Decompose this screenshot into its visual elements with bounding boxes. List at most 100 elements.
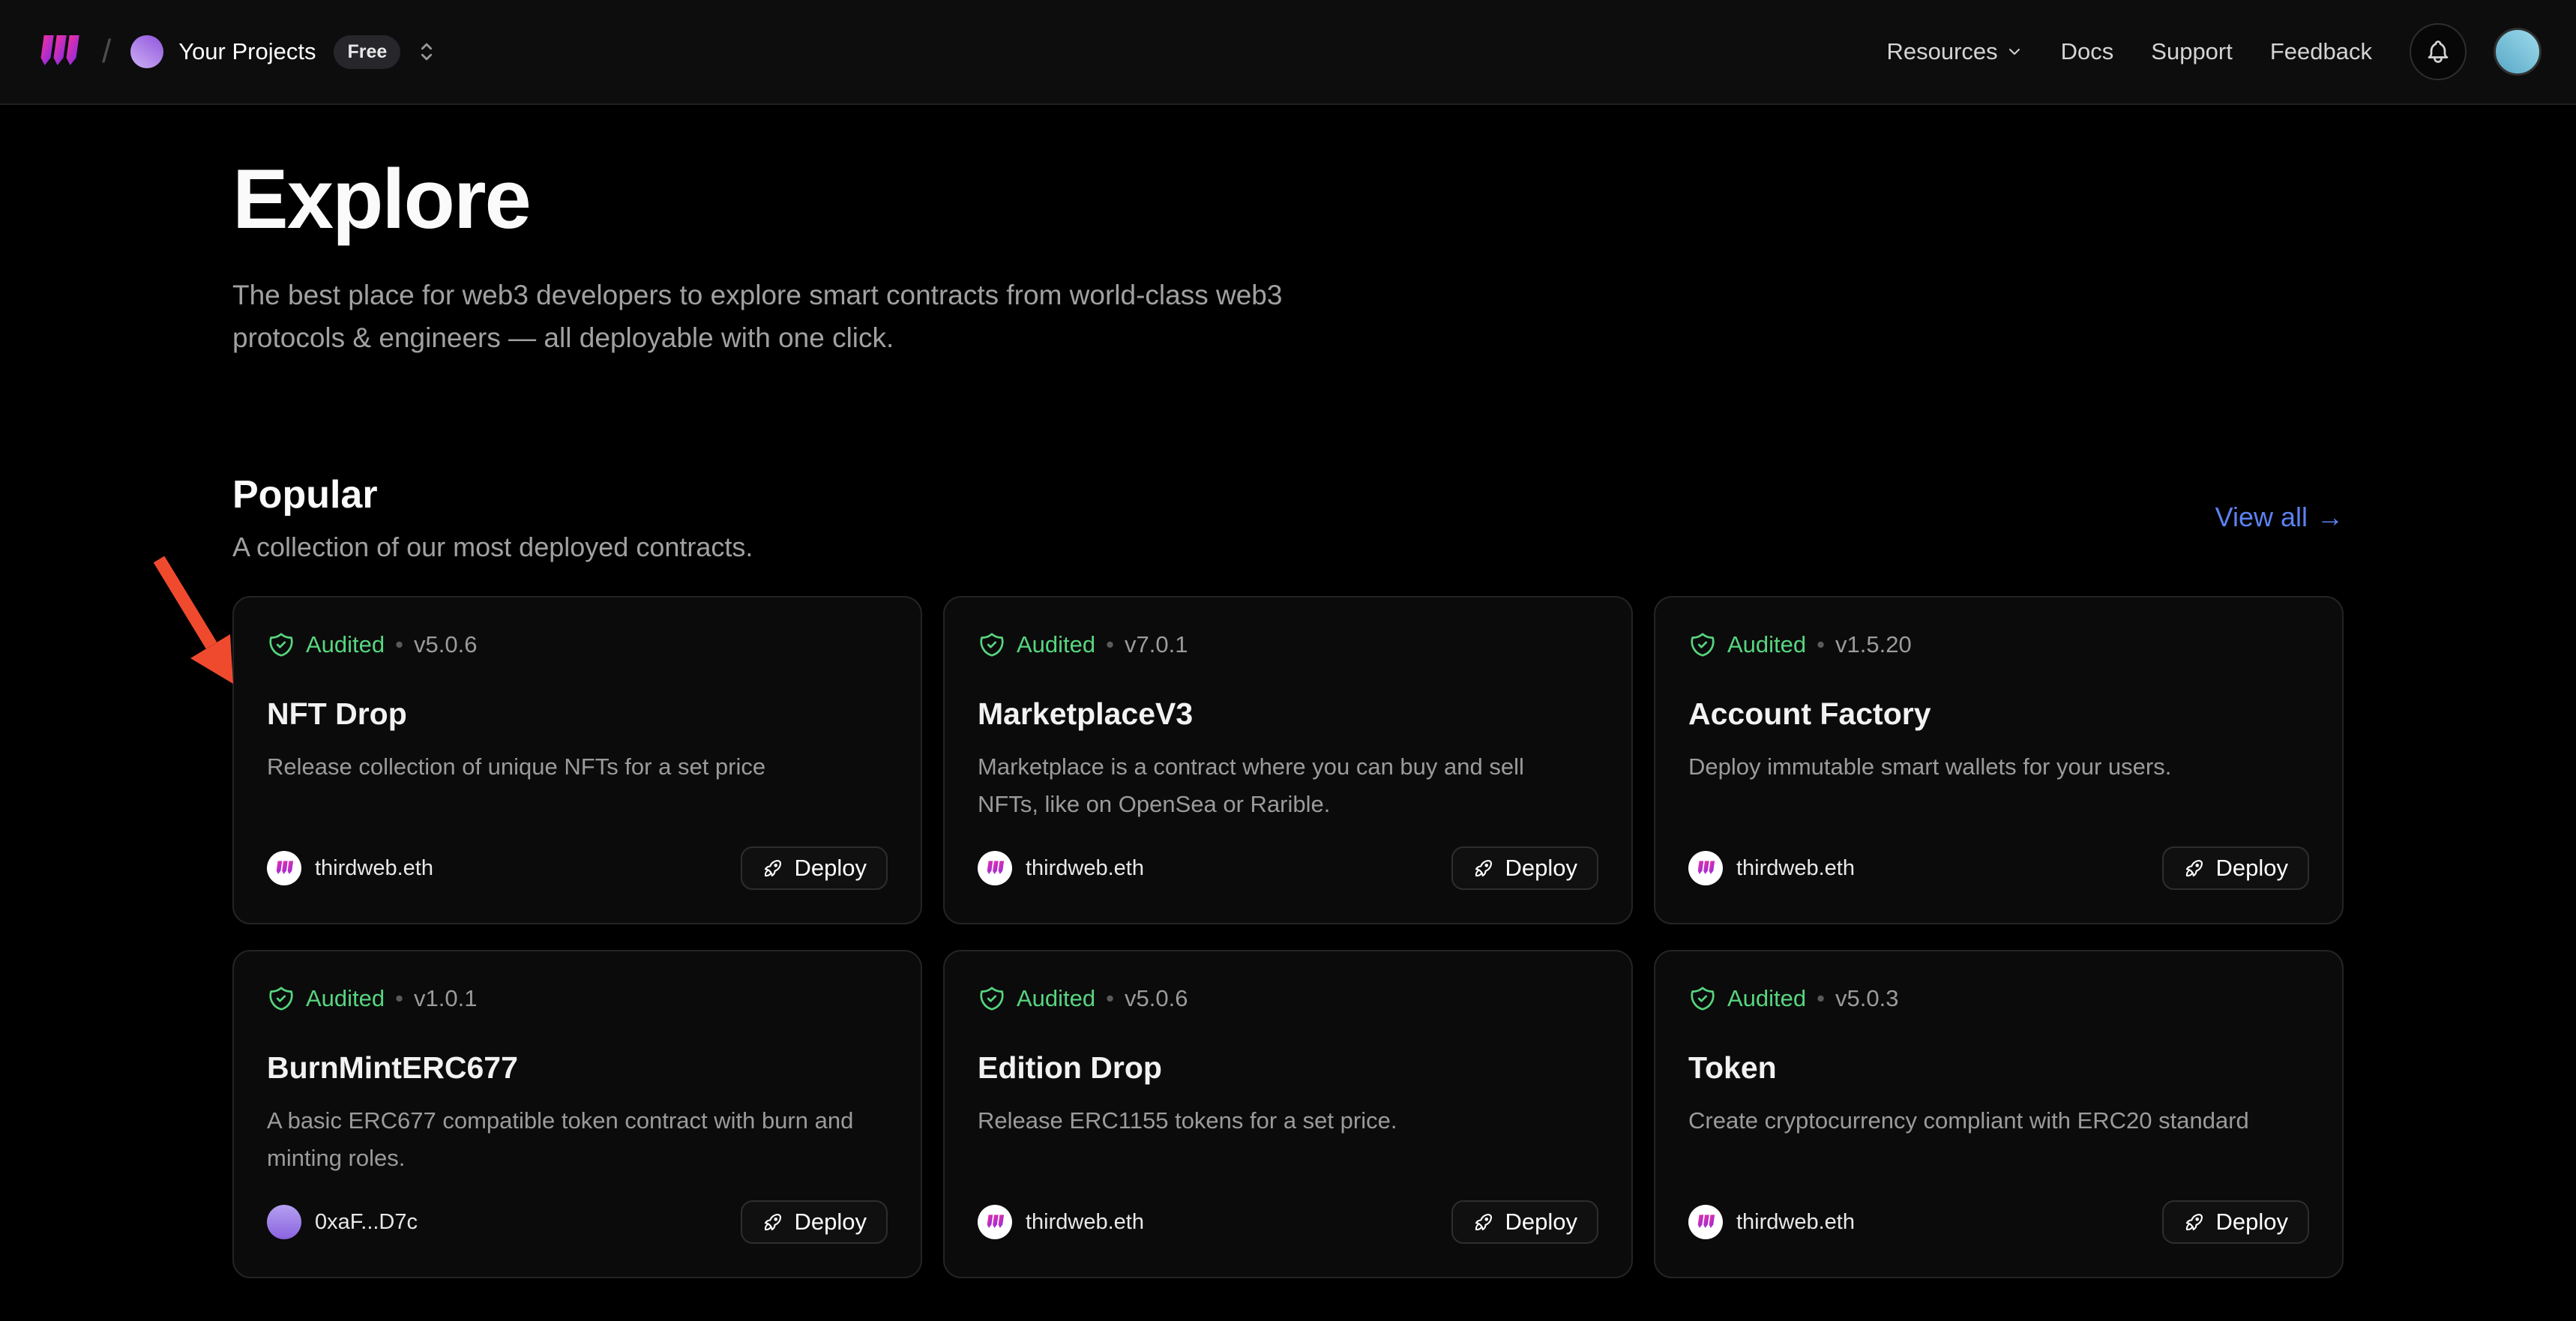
top-navbar: / Your Projects Free Resources Docs Supp… [0, 0, 2576, 105]
audited-badge: Audited [1017, 631, 1095, 658]
plan-badge: Free [334, 35, 400, 69]
contract-card-marketplacev3[interactable]: Audited • v7.0.1 MarketplaceV3 Marketpla… [943, 596, 1633, 924]
nav-link-support[interactable]: Support [2151, 38, 2233, 65]
version-label: v1.0.1 [414, 985, 477, 1012]
nav-link-docs[interactable]: Docs [2061, 38, 2114, 65]
deploy-button[interactable]: Deploy [1451, 1200, 1599, 1244]
deploy-label: Deploy [2216, 855, 2289, 882]
user-avatar[interactable] [2494, 28, 2542, 76]
page-subtitle: The best place for web3 developers to ex… [232, 274, 1372, 359]
contract-description: Marketplace is a contract where you can … [978, 748, 1598, 823]
card-footer: thirdweb.eth Deploy [978, 1200, 1598, 1244]
publisher-avatar-thirdweb [1688, 1205, 1723, 1239]
shield-check-icon [978, 631, 1006, 659]
badge-row: Audited • v5.0.3 [1688, 984, 2309, 1013]
publisher-link[interactable]: thirdweb.eth [1688, 851, 1855, 885]
rocket-icon [2183, 1211, 2206, 1233]
contract-title: MarketplaceV3 [978, 696, 1598, 732]
version-label: v7.0.1 [1125, 631, 1188, 658]
dot-separator: • [1817, 631, 1825, 658]
contract-title: Account Factory [1688, 696, 2309, 732]
contract-card-burnminterc677[interactable]: Audited • v1.0.1 BurnMintERC677 A basic … [232, 950, 922, 1278]
audited-badge: Audited [1727, 985, 1806, 1012]
shield-check-icon [1688, 631, 1717, 659]
audited-badge: Audited [306, 985, 385, 1012]
contract-description: A basic ERC677 compatible token contract… [267, 1102, 888, 1177]
dot-separator: • [1106, 985, 1114, 1012]
publisher-name: thirdweb.eth [1736, 1210, 1855, 1235]
contract-card-edition-drop[interactable]: Audited • v5.0.6 Edition Drop Release ER… [943, 950, 1633, 1278]
contract-description: Create cryptocurrency compliant with ERC… [1688, 1102, 2309, 1140]
publisher-link[interactable]: 0xaF...D7c [267, 1205, 418, 1239]
shield-check-icon [267, 631, 295, 659]
chevron-up-down-icon[interactable] [414, 39, 439, 64]
dot-separator: • [395, 985, 403, 1012]
nav-link-resources[interactable]: Resources [1886, 38, 2023, 65]
popular-subtitle: A collection of our most deployed contra… [232, 532, 753, 563]
publisher-name: 0xaF...D7c [315, 1210, 418, 1235]
publisher-avatar-thirdweb [267, 851, 301, 885]
breadcrumb-separator: / [102, 33, 111, 70]
publisher-avatar-thirdweb [978, 851, 1012, 885]
view-all-link[interactable]: View all → [2215, 502, 2344, 533]
main-content: Explore The best place for web3 develope… [232, 105, 2344, 1278]
card-footer: thirdweb.eth Deploy [1688, 846, 2309, 890]
contract-title: Edition Drop [978, 1050, 1598, 1086]
dot-separator: • [1817, 985, 1825, 1012]
publisher-link[interactable]: thirdweb.eth [978, 1205, 1144, 1239]
popular-section-header: Popular A collection of our most deploye… [232, 472, 2344, 563]
chevron-down-icon [2005, 43, 2023, 61]
deploy-button[interactable]: Deploy [1451, 846, 1599, 890]
bell-icon [2425, 38, 2452, 65]
version-label: v5.0.6 [414, 631, 477, 658]
version-label: v5.0.6 [1125, 985, 1188, 1012]
view-all-label: View all [2215, 502, 2308, 533]
contract-description: Release ERC1155 tokens for a set price. [978, 1102, 1598, 1140]
contract-title: Token [1688, 1050, 2309, 1086]
publisher-link[interactable]: thirdweb.eth [978, 851, 1144, 885]
contract-card-account-factory[interactable]: Audited • v1.5.20 Account Factory Deploy… [1654, 596, 2344, 924]
shield-check-icon [978, 984, 1006, 1013]
contract-card-nft-drop[interactable]: Audited • v5.0.6 NFT Drop Release collec… [232, 596, 922, 924]
deploy-button[interactable]: Deploy [741, 846, 888, 890]
publisher-name: thirdweb.eth [1026, 856, 1144, 881]
project-switcher[interactable]: Your Projects Free [130, 35, 439, 69]
deploy-label: Deploy [1505, 855, 1578, 882]
deploy-button[interactable]: Deploy [2162, 1200, 2310, 1244]
nav-left: / Your Projects Free [34, 33, 439, 70]
thirdweb-logo-icon[interactable] [34, 34, 82, 70]
audited-badge: Audited [306, 631, 385, 658]
rocket-icon [762, 1211, 784, 1233]
contract-title: NFT Drop [267, 696, 888, 732]
nav-link-feedback[interactable]: Feedback [2270, 38, 2372, 65]
badge-row: Audited • v7.0.1 [978, 631, 1598, 659]
publisher-link[interactable]: thirdweb.eth [267, 851, 433, 885]
project-avatar [130, 35, 163, 68]
contract-description: Deploy immutable smart wallets for your … [1688, 748, 2309, 786]
contract-description: Release collection of unique NFTs for a … [267, 748, 888, 786]
rocket-icon [1472, 857, 1495, 879]
publisher-link[interactable]: thirdweb.eth [1688, 1205, 1855, 1239]
nav-links: Resources Docs Support Feedback [1886, 23, 2542, 80]
badge-row: Audited • v5.0.6 [978, 984, 1598, 1013]
badge-row: Audited • v1.0.1 [267, 984, 888, 1013]
shield-check-icon [267, 984, 295, 1013]
dot-separator: • [1106, 631, 1114, 658]
publisher-name: thirdweb.eth [1736, 856, 1855, 881]
rocket-icon [762, 857, 784, 879]
contract-card-token[interactable]: Audited • v5.0.3 Token Create cryptocurr… [1654, 950, 2344, 1278]
nav-link-label: Resources [1886, 38, 1997, 65]
publisher-name: thirdweb.eth [315, 856, 433, 881]
audited-badge: Audited [1727, 631, 1806, 658]
contract-title: BurnMintERC677 [267, 1050, 888, 1086]
notifications-button[interactable] [2410, 23, 2467, 80]
arrow-right-icon: → [2317, 502, 2344, 533]
audited-badge: Audited [1017, 985, 1095, 1012]
deploy-label: Deploy [795, 855, 867, 882]
page-title: Explore [232, 151, 2344, 248]
card-footer: thirdweb.eth Deploy [1688, 1200, 2309, 1244]
dot-separator: • [395, 631, 403, 658]
deploy-button[interactable]: Deploy [741, 1200, 888, 1244]
deploy-button[interactable]: Deploy [2162, 846, 2310, 890]
popular-header-text: Popular A collection of our most deploye… [232, 472, 753, 563]
